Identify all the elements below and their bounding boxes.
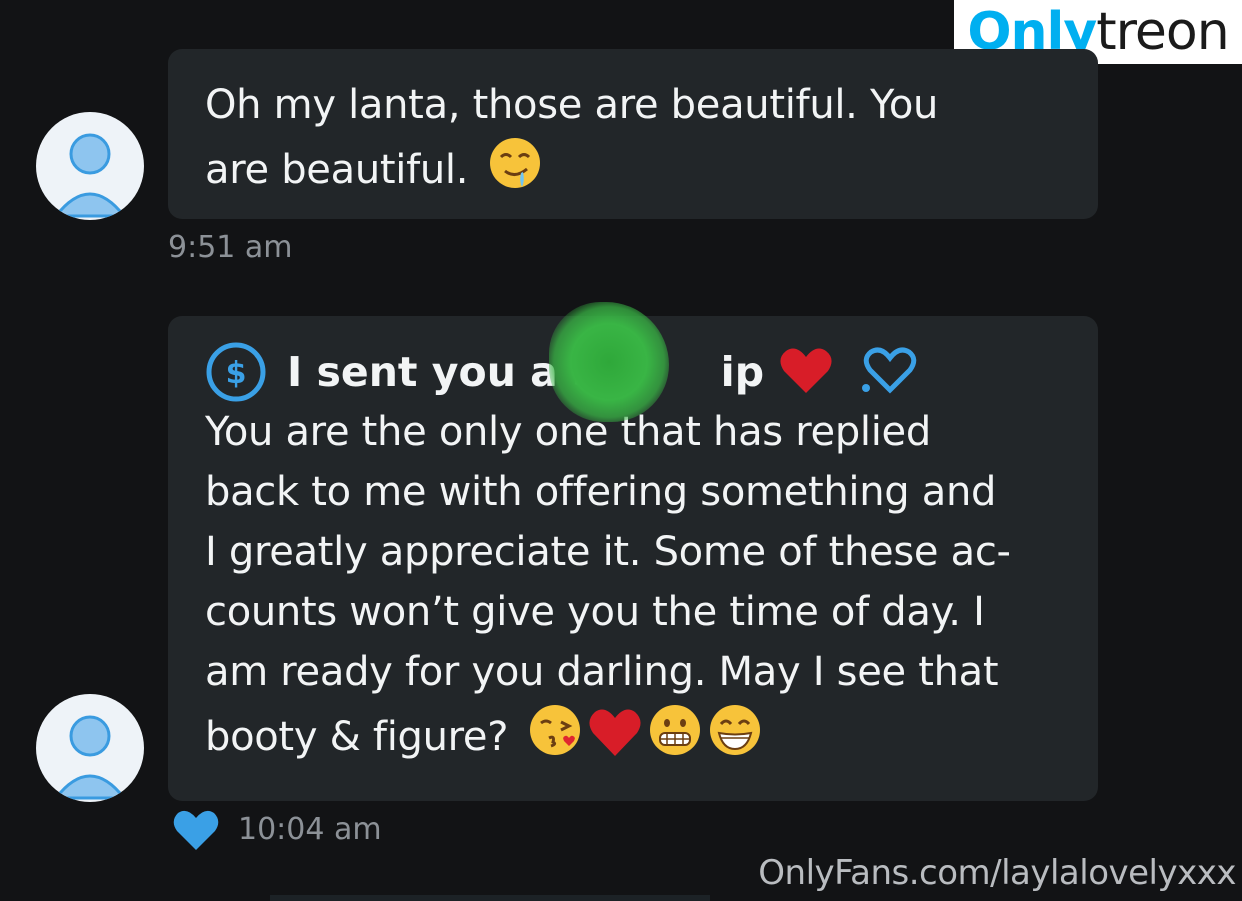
message-line-with-emoji: are beautiful. — [205, 135, 1068, 208]
message-line: back to me with offering something and — [205, 469, 997, 515]
tip-header: $ I sent you a $ ip — [205, 302, 1068, 422]
watermark-text: OnlyFans.com/laylalovelyxxx — [758, 853, 1236, 893]
brand-logo-part2: treon — [1096, 2, 1229, 62]
message-line-with-emoji: booty & figure? — [205, 702, 1068, 775]
message-line: I greatly appreciate it. Some of these a… — [205, 529, 1011, 575]
tip-label: I sent you a $ ip — [287, 302, 765, 422]
next-message-edge — [270, 895, 710, 901]
grimacing-face-icon — [647, 702, 703, 775]
message-line: counts won’t give you the time of day. I — [205, 589, 985, 635]
sender-avatar[interactable] — [36, 112, 144, 220]
sender-avatar[interactable] — [36, 694, 144, 802]
message-line: are beautiful. — [205, 147, 469, 193]
message-text: Oh my lanta, those are beautiful. You ar… — [205, 75, 1068, 208]
message-timestamp: 10:04 am — [238, 812, 382, 847]
user-icon — [52, 715, 128, 800]
message-bubble[interactable]: Oh my lanta, those are beautiful. You ar… — [168, 49, 1098, 219]
grinning-face-icon — [707, 702, 763, 775]
message-timestamp: 9:51 am — [168, 230, 293, 265]
redaction-blur — [549, 302, 669, 422]
tip-text-suffix: ip — [720, 348, 765, 396]
kissing-heart-face-icon — [527, 702, 583, 775]
tip-message-bubble[interactable]: $ I sent you a $ ip You are the only one … — [168, 302, 1098, 801]
message-line: Oh my lanta, those are beautiful. You — [205, 82, 939, 128]
red-heart-icon — [587, 706, 643, 775]
message-text: You are the only one that has replied ba… — [205, 402, 1068, 775]
heart-outline-icon[interactable] — [860, 344, 920, 400]
svg-text:$: $ — [226, 356, 247, 391]
user-icon — [52, 133, 128, 218]
red-heart-icon — [778, 345, 834, 399]
message-line: booty & figure? — [205, 714, 509, 760]
message-line: am ready for you darling. May I see that — [205, 649, 999, 695]
drooling-face-icon — [487, 135, 543, 208]
like-heart-icon[interactable] — [172, 808, 220, 856]
dollar-circle-icon: $ — [205, 341, 267, 403]
